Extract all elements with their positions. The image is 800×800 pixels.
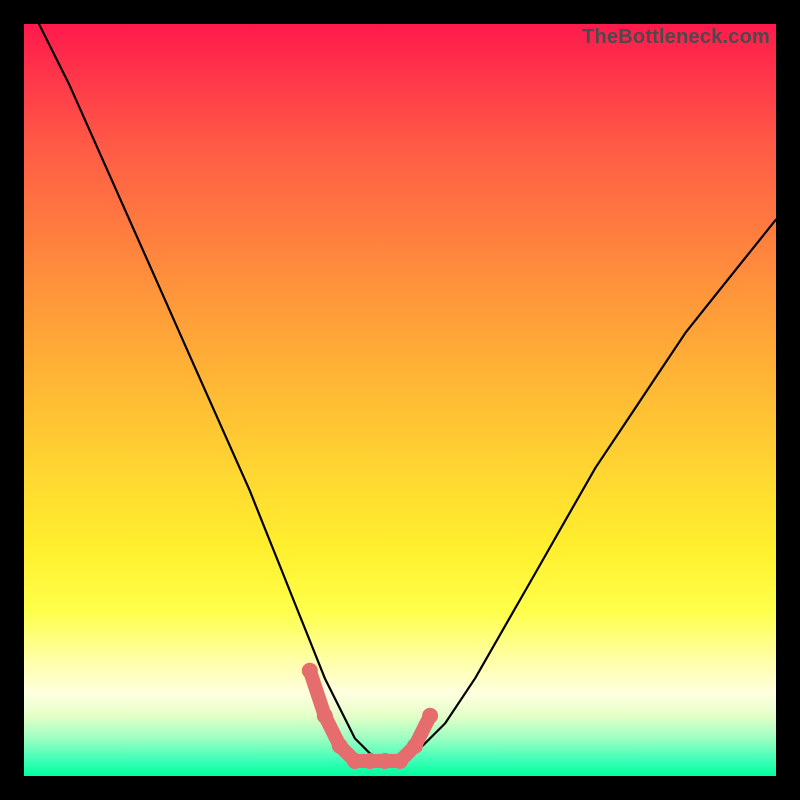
- highlight-dot: [377, 753, 393, 769]
- highlight-dot: [347, 753, 363, 769]
- highlight-dot: [362, 753, 378, 769]
- highlight-dot: [302, 663, 318, 679]
- highlight-dot: [407, 738, 423, 754]
- main-curve: [39, 24, 776, 761]
- highlight-dots: [302, 663, 438, 769]
- plot-area: TheBottleneck.com: [24, 24, 776, 776]
- highlight-dot: [332, 738, 348, 754]
- highlight-dot: [317, 708, 333, 724]
- chart-frame: TheBottleneck.com: [0, 0, 800, 800]
- highlight-dot: [392, 753, 408, 769]
- highlight-dot: [422, 708, 438, 724]
- curve-layer: [24, 24, 776, 776]
